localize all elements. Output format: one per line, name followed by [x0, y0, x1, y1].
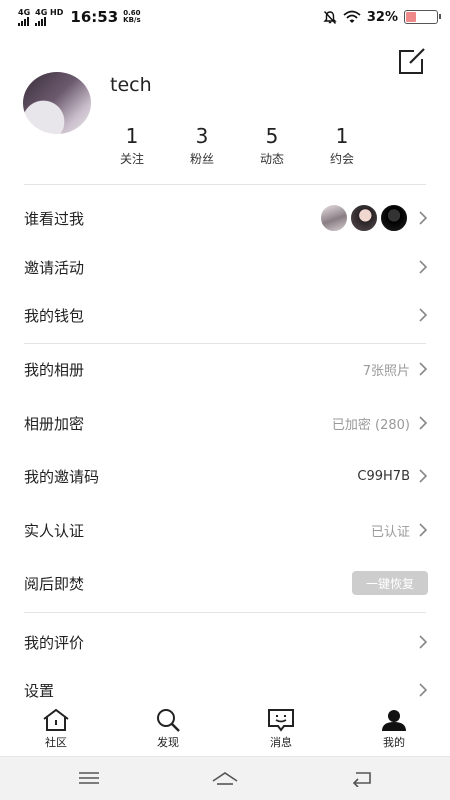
- menu-row-settings[interactable]: 设置: [24, 670, 428, 710]
- chevron-right-icon: [419, 683, 428, 697]
- stat-label: 约会: [329, 152, 354, 166]
- restore-all-button[interactable]: 一键恢复: [352, 571, 428, 595]
- row-label: 邀请活动: [24, 258, 85, 277]
- tab-label: 我的: [383, 736, 405, 749]
- row-label: 我的相册: [24, 360, 85, 379]
- row-label: 谁看过我: [24, 209, 85, 228]
- home-icon: [43, 708, 69, 731]
- visitor-avatars: [320, 204, 408, 232]
- back-nav-button[interactable]: [348, 767, 378, 789]
- stat-dates[interactable]: 1 约会: [307, 124, 377, 167]
- row-label: 阅后即焚: [24, 574, 85, 593]
- row-label: 相册加密: [24, 414, 85, 433]
- edit-profile-button[interactable]: [397, 48, 427, 76]
- network-type-1: 4G: [18, 7, 31, 17]
- profile-stats: 1 关注 3 粉丝 5 动态 1 约会: [97, 124, 377, 167]
- chevron-right-icon: [419, 469, 428, 483]
- chevron-right-icon: [419, 211, 428, 225]
- row-label: 我的钱包: [24, 306, 85, 325]
- encryption-status: 已加密 (280): [331, 417, 410, 433]
- tab-community[interactable]: 社区: [26, 708, 86, 750]
- verification-status: 已认证: [370, 524, 410, 540]
- tab-discover[interactable]: 发现: [138, 708, 198, 750]
- system-navigation-bar: [0, 756, 450, 800]
- row-label: 我的邀请码: [24, 467, 100, 486]
- menu-nav-button[interactable]: [74, 767, 104, 789]
- row-label: 我的评价: [24, 633, 85, 652]
- menu-row-invite-code[interactable]: 我的邀请码 C99H7B: [24, 456, 428, 496]
- tab-label: 消息: [270, 736, 292, 749]
- network-type-2: 4G HD: [35, 7, 64, 17]
- invite-code-value: C99H7B: [357, 468, 410, 484]
- battery-icon: [404, 10, 441, 24]
- divider: [24, 184, 426, 185]
- tab-label: 发现: [157, 736, 179, 749]
- status-bar: 4G 4G HD 16:53 0.60 KB/s 32%: [0, 0, 450, 34]
- avatar[interactable]: [23, 72, 91, 134]
- home-outline-icon: [212, 772, 238, 785]
- chevron-right-icon: [419, 260, 428, 274]
- bottom-tab-bar: 社区 发现 消息 我的: [0, 708, 450, 756]
- row-label: 设置: [24, 681, 55, 700]
- stat-label: 粉丝: [189, 152, 214, 166]
- stat-number: 1: [335, 124, 349, 148]
- network-speed: 0.60 KB/s: [123, 10, 140, 24]
- menu-row-visitors[interactable]: 谁看过我: [24, 198, 428, 238]
- stat-label: 动态: [259, 152, 284, 166]
- edit-icon: [399, 48, 425, 74]
- chevron-right-icon: [419, 308, 428, 322]
- wifi-icon: [343, 10, 361, 23]
- stat-followers[interactable]: 3 粉丝: [167, 124, 237, 167]
- signal-icon: 4G: [18, 7, 31, 26]
- menu-row-invite-activity[interactable]: 邀请活动: [24, 247, 428, 287]
- divider: [24, 612, 426, 613]
- person-icon: [382, 710, 406, 731]
- tab-mine[interactable]: 我的: [364, 708, 424, 750]
- menu-row-reviews[interactable]: 我的评价: [24, 622, 428, 662]
- signal-icon-2: 4G HD: [35, 7, 64, 26]
- battery-fill: [406, 12, 416, 22]
- stat-number: 3: [195, 124, 209, 148]
- battery-percent: 32%: [366, 9, 398, 25]
- visitor-avatar: [380, 204, 408, 232]
- username: tech: [110, 74, 152, 96]
- mute-icon: [323, 10, 337, 24]
- menu-row-verification[interactable]: 实人认证 已认证: [24, 510, 428, 550]
- row-label: 实人认证: [24, 521, 85, 540]
- chevron-right-icon: [419, 362, 428, 376]
- menu-row-wallet[interactable]: 我的钱包: [24, 295, 428, 335]
- home-nav-button[interactable]: [210, 767, 240, 789]
- tab-label: 社区: [45, 736, 67, 749]
- stat-posts[interactable]: 5 动态: [237, 124, 307, 167]
- chevron-right-icon: [419, 523, 428, 537]
- message-icon: [268, 709, 294, 732]
- photo-count: 7张照片: [362, 363, 410, 379]
- menu-icon: [79, 772, 99, 784]
- speed-unit: KB/s: [123, 16, 141, 24]
- visitor-avatar: [320, 204, 348, 232]
- chevron-right-icon: [419, 635, 428, 649]
- search-icon: [157, 709, 180, 732]
- stat-number: 1: [125, 124, 139, 148]
- menu-row-burn-after-reading: 阅后即焚 一键恢复: [24, 563, 428, 603]
- tab-messages[interactable]: 消息: [251, 708, 311, 750]
- menu-row-album[interactable]: 我的相册 7张照片: [24, 349, 428, 389]
- chevron-right-icon: [419, 416, 428, 430]
- stat-following[interactable]: 1 关注: [97, 124, 167, 167]
- stat-label: 关注: [119, 152, 144, 166]
- back-icon: [352, 772, 371, 787]
- menu-row-album-encryption[interactable]: 相册加密 已加密 (280): [24, 403, 428, 443]
- clock: 16:53: [70, 8, 119, 26]
- divider: [24, 343, 426, 344]
- stat-number: 5: [265, 124, 279, 148]
- visitor-avatar: [350, 204, 378, 232]
